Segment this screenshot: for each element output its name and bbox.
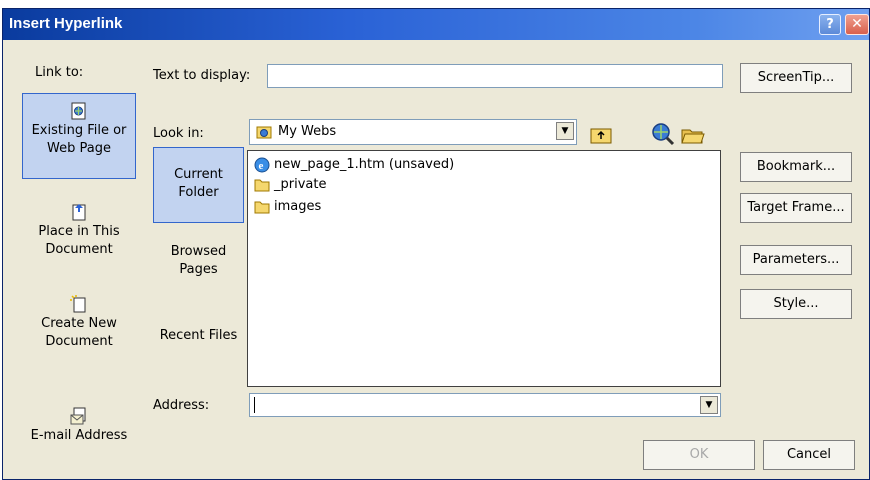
link-to-email-address[interactable]: E-mail Address	[22, 399, 136, 443]
chevron-down-icon: ▼	[705, 400, 713, 410]
text-to-display-input[interactable]	[267, 64, 723, 88]
browse-web-icon	[652, 123, 675, 146]
places-sidebar: Current Folder Browsed Pages Recent File…	[153, 147, 245, 387]
title-bar[interactable]: Insert Hyperlink ? ✕	[3, 9, 869, 40]
look-in-dropdown-button[interactable]: ▼	[556, 122, 574, 140]
new-document-icon	[70, 295, 86, 313]
browse-file-button[interactable]	[680, 121, 706, 147]
ok-button[interactable]: OK	[643, 440, 755, 470]
recent-files-tab[interactable]: Recent Files	[153, 319, 244, 379]
file-name: images	[274, 199, 322, 214]
link-to-place-in-document[interactable]: Place in This Document	[22, 195, 136, 265]
address-input[interactable]: ▼	[249, 393, 721, 417]
list-item[interactable]: images	[254, 197, 321, 217]
link-to-bar: Existing File or Web Page Place in This …	[22, 91, 137, 443]
recent-files-label: Recent Files	[159, 328, 238, 343]
parameters-button[interactable]: Parameters...	[740, 245, 852, 275]
current-folder-tab[interactable]: Current Folder	[153, 147, 244, 223]
target-frame-button[interactable]: Target Frame...	[740, 193, 852, 223]
svg-text:e: e	[259, 160, 264, 172]
document-place-icon	[72, 204, 86, 221]
web-page-icon	[71, 102, 86, 120]
close-button[interactable]: ✕	[845, 14, 869, 35]
current-folder-label: Current Folder	[174, 167, 223, 200]
link-to-existing-file[interactable]: Existing File or Web Page	[22, 93, 136, 179]
folder-icon	[254, 179, 270, 191]
close-icon: ✕	[851, 16, 863, 32]
file-list[interactable]: e new_page_1.htm (unsaved) _private imag…	[247, 150, 721, 387]
chevron-down-icon: ▼	[561, 126, 569, 136]
browsed-pages-tab[interactable]: Browsed Pages	[153, 235, 244, 295]
bookmark-button[interactable]: Bookmark...	[740, 152, 852, 182]
link-to-email-address-label: E-mail Address	[30, 428, 128, 443]
up-one-folder-button[interactable]	[588, 121, 614, 147]
address-dropdown-button[interactable]: ▼	[700, 396, 718, 414]
list-item[interactable]: e new_page_1.htm (unsaved)	[254, 155, 454, 175]
email-icon	[70, 407, 86, 425]
up-folder-icon	[590, 128, 612, 144]
look-in-label: Look in:	[153, 126, 204, 141]
screentip-button[interactable]: ScreenTip...	[740, 63, 852, 93]
list-item[interactable]: _private	[254, 175, 326, 195]
look-in-select[interactable]: My Webs ▼	[249, 119, 577, 145]
browsed-pages-label: Browsed Pages	[170, 244, 227, 277]
address-label: Address:	[153, 398, 210, 413]
open-folder-icon	[681, 129, 705, 144]
link-to-create-new-document-label: Create New Document	[41, 316, 117, 349]
help-button[interactable]: ?	[819, 14, 841, 35]
text-to-display-label: Text to display:	[153, 68, 251, 83]
browse-web-button[interactable]	[650, 121, 676, 147]
link-to-place-in-document-label: Place in This Document	[38, 224, 120, 257]
text-cursor	[254, 397, 255, 413]
style-button[interactable]: Style...	[740, 289, 852, 319]
link-to-existing-file-label: Existing File or Web Page	[31, 123, 127, 156]
file-name: _private	[274, 177, 327, 192]
my-webs-folder-icon	[256, 126, 272, 139]
link-to-label: Link to:	[35, 65, 84, 80]
folder-icon	[254, 201, 270, 213]
insert-hyperlink-dialog: Insert Hyperlink ? ✕ Link to: Existing F…	[2, 8, 870, 480]
link-to-create-new-document[interactable]: Create New Document	[22, 287, 136, 359]
ie-page-icon: e	[254, 157, 270, 172]
window-title: Insert Hyperlink	[9, 15, 123, 32]
help-icon: ?	[826, 17, 834, 32]
file-name: new_page_1.htm (unsaved)	[274, 157, 455, 172]
text-to-display-value	[268, 68, 272, 83]
cancel-button[interactable]: Cancel	[763, 440, 855, 470]
look-in-value: My Webs	[278, 124, 337, 139]
